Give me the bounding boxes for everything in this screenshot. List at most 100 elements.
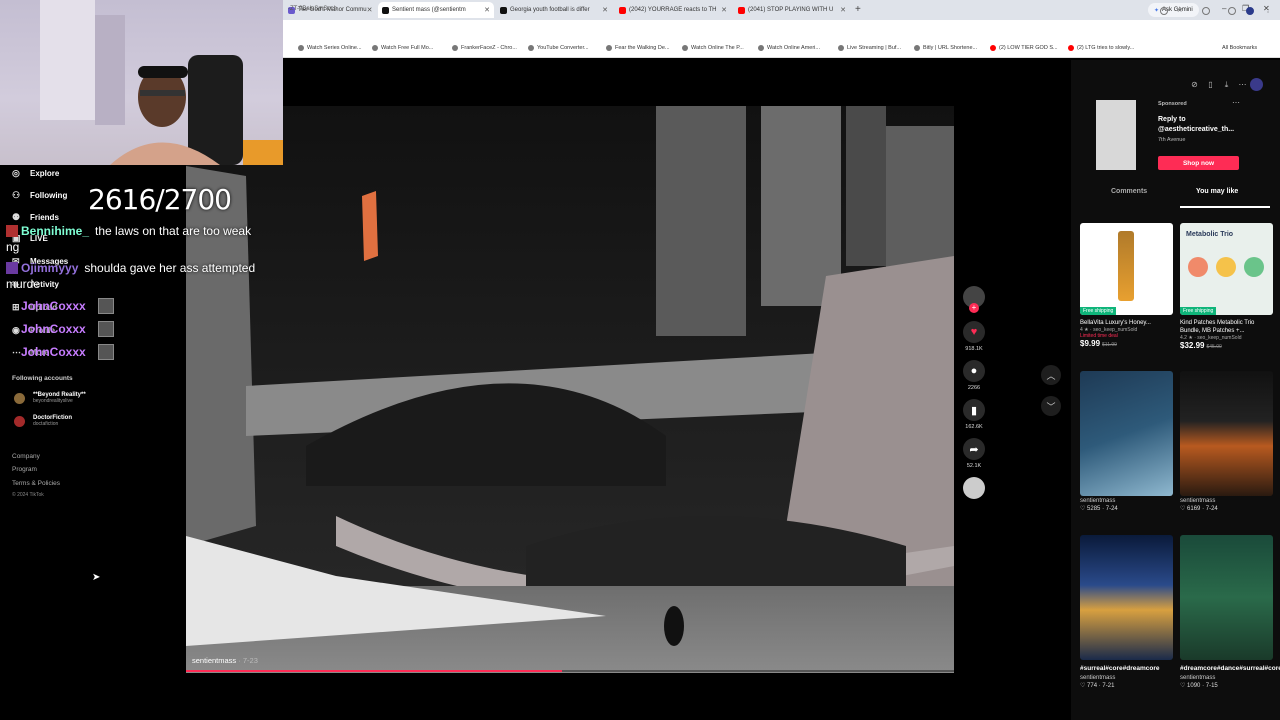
browser-menu-icon[interactable]: ⋮ [1264, 5, 1272, 14]
url-field[interactable]: -ZT-9BaloSmSoch [288, 6, 337, 12]
sidebar-item-friends[interactable]: ⚉ Friends [12, 212, 59, 222]
extensions-icon[interactable] [1202, 7, 1210, 15]
all-bookmarks-button[interactable]: All Bookmarks [1222, 45, 1257, 51]
browser-tab[interactable]: (2042) YOURRAGE reacts to TH ✕ [615, 2, 731, 18]
bookmark-item[interactable]: Watch Free Full Mo... [372, 45, 433, 51]
video-card-stats: ♡ 5285 · 7-24 [1080, 506, 1118, 512]
share-button[interactable]: ➦ 52.1K [962, 438, 986, 469]
bookmark-item[interactable]: (2) LTG tries to slowly... [1068, 45, 1134, 51]
settings-icon[interactable]: ⊘ [1188, 78, 1201, 91]
old-price: $45.00 [1206, 344, 1222, 350]
previous-video-button[interactable]: ︿ [1041, 365, 1061, 385]
footer-link-terms[interactable]: Terms & Policies [12, 480, 60, 487]
tab-close-icon[interactable]: ✕ [721, 6, 727, 14]
bookmark-label: Bitly | URL Shortene... [923, 45, 978, 51]
video-card[interactable]: sentientmass ♡ 6169 · 7-24 [1180, 371, 1273, 512]
device-icon[interactable]: ▯ [1204, 78, 1217, 91]
next-video-button[interactable]: ﹀ [1041, 396, 1061, 416]
ask-gemini-button[interactable]: ✦ Ask Gemini [1148, 3, 1199, 17]
tab-close-icon[interactable]: ✕ [367, 6, 373, 14]
follow-plus-icon[interactable]: + [969, 303, 979, 313]
bookmark-item[interactable]: Watch Series Online... [298, 45, 362, 51]
bookmark-item[interactable]: (2) LOW TIER GOD S... [990, 45, 1058, 51]
bookmark-label: Watch Online The P... [691, 45, 744, 51]
product-card[interactable]: Free shipping BellaVita Luxury's Honey..… [1080, 223, 1173, 348]
video-author-name: sentientmass [192, 656, 237, 665]
video-player[interactable] [186, 106, 954, 673]
likes: 5285 [1087, 506, 1101, 512]
sidebar-icon[interactable] [1228, 7, 1236, 15]
chat-username: Bennihime_ [21, 224, 90, 238]
bookmark-label: (2) LOW TIER GOD S... [999, 45, 1058, 51]
tab-comments[interactable]: Comments [1111, 188, 1147, 195]
bookmark-item[interactable]: Live Streaming | Buf... [838, 45, 901, 51]
following-account[interactable]: DoctorFiction doctafiction [14, 415, 72, 427]
user-avatar[interactable] [1250, 78, 1263, 91]
music-disc-button[interactable] [962, 477, 986, 499]
video-frame [186, 106, 954, 673]
bookmark-favicon-icon [758, 45, 764, 51]
sidebar-item-label: Following [30, 190, 68, 200]
product-label: Metabolic Trio [1186, 231, 1234, 238]
video-card[interactable]: #surreal#core#dreamcore sentientmass ♡ 7… [1080, 535, 1173, 689]
tab-close-icon[interactable]: ✕ [602, 6, 608, 14]
chat-message: JohnCoxxx [6, 321, 114, 337]
video-author[interactable]: sentientmass · 7-23 [192, 656, 258, 665]
mouse-cursor-icon: ➤ [92, 572, 101, 583]
video-thumbnail [1180, 535, 1273, 660]
active-tab-indicator [1180, 206, 1270, 208]
ad-thumbnail[interactable] [1096, 100, 1136, 170]
save-count: 162.6K [965, 424, 983, 430]
product-card[interactable]: Metabolic Trio Free shipping Kind Patche… [1180, 223, 1273, 350]
creator-avatar-button[interactable]: + [962, 286, 986, 313]
comment-button[interactable]: ● 2266 [962, 360, 986, 391]
footer-link-program[interactable]: Program [12, 466, 37, 473]
bookmark-item[interactable]: Watch Online The P... [682, 45, 744, 51]
minimize-icon[interactable]: – [1222, 4, 1226, 13]
chat-message: JohnCoxxx [6, 344, 114, 360]
comment-icon: ● [963, 360, 985, 382]
save-button[interactable]: ▮ 162.6K [962, 399, 986, 430]
share-link-icon[interactable]: ⋯ [1236, 78, 1249, 91]
video-card-title: #surreal#core#dreamcore [1080, 665, 1160, 672]
following-account[interactable]: **Beyond Reality** beyondrealityslive [14, 392, 86, 404]
like-button[interactable]: ♥ 918.1K [962, 321, 986, 352]
account-handle: beyondrealityslive [33, 398, 73, 404]
sidebar-item-following[interactable]: ⚇ Following [12, 190, 67, 200]
tab-you-may-like[interactable]: You may like [1196, 188, 1238, 195]
profile-avatar[interactable] [1246, 7, 1254, 15]
video-card-author: sentientmass [1080, 498, 1116, 504]
shop-now-button[interactable]: Shop now [1158, 156, 1239, 170]
video-thumbnail [1080, 371, 1173, 496]
new-tab-icon[interactable]: + [855, 4, 861, 15]
like-count: 918.1K [965, 346, 983, 352]
footer-link-company[interactable]: Company [12, 453, 40, 460]
star-icon[interactable]: ☆ [1176, 5, 1184, 14]
browser-tab-active[interactable]: Sentient mass (@sentientm ✕ [378, 2, 494, 18]
tab-close-icon[interactable]: ✕ [484, 6, 490, 14]
video-card[interactable]: #dreamcore#dance#surreal#core sentientma… [1180, 535, 1280, 689]
download-icon[interactable]: ⤓ [1220, 78, 1233, 91]
bookmark-item[interactable]: Bitly | URL Shortene... [914, 45, 977, 51]
video-card[interactable]: sentientmass ♡ 5285 · 7-24 [1080, 371, 1173, 512]
ad-more-icon[interactable]: ⋯ [1232, 98, 1240, 107]
cast-icon[interactable] [1160, 7, 1168, 15]
tab-title: Sentient mass (@sentientm [392, 7, 466, 13]
browser-tab[interactable]: Georgia youth football is differ ✕ [496, 2, 612, 18]
bookmark-item[interactable]: Watch Online Ameri... [758, 45, 820, 51]
old-price: $11.99 [1102, 342, 1117, 348]
date: 7-21 [1102, 683, 1115, 689]
chat-badge-icon [6, 262, 18, 274]
ad-title[interactable]: Reply to @aestheticreative_th... [1158, 115, 1248, 135]
sidebar-item-explore[interactable]: ◎ Explore [12, 168, 59, 178]
bookmark-label: Watch Online Ameri... [767, 45, 820, 51]
chat-badge-icon [6, 346, 18, 358]
tab-close-icon[interactable]: ✕ [840, 6, 846, 14]
bookmark-item[interactable]: YouTube Converter... [528, 45, 589, 51]
chat-message: JohnCoxxx [6, 298, 114, 314]
bookmark-favicon-icon [372, 45, 378, 51]
browser-tab[interactable]: (2041) STOP PLAYING WITH U ✕ [734, 2, 850, 18]
bookmark-favicon-icon [914, 45, 920, 51]
bookmark-item[interactable]: Fear the Walking De... [606, 45, 670, 51]
bookmark-item[interactable]: FrankerFaceZ - Chro... [452, 45, 517, 51]
